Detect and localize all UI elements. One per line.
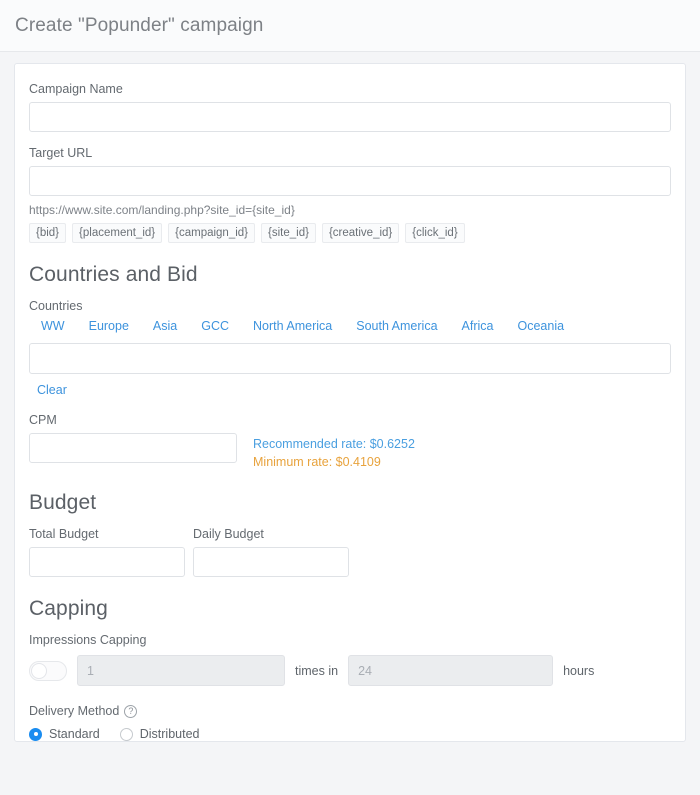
daily-budget-input[interactable] <box>193 547 349 577</box>
budget-fields: Total Budget Daily Budget <box>29 527 671 577</box>
total-budget-label: Total Budget <box>29 527 99 541</box>
countries-select-input[interactable] <box>29 343 671 374</box>
budget-heading: Budget <box>29 491 97 514</box>
radio-distributed[interactable] <box>119 727 133 741</box>
page-header: Create "Popunder" campaign <box>0 0 700 52</box>
page-title: Create "Popunder" campaign <box>15 14 264 36</box>
capping-trailing-text: hours <box>563 663 595 678</box>
capping-hours-input[interactable] <box>348 655 554 686</box>
campaign-name-input[interactable] <box>29 102 671 132</box>
impressions-capping-row: times in hours <box>29 655 671 686</box>
minimum-rate-text: Minimum rate: $0.4109 <box>253 455 381 469</box>
macro-tag[interactable]: {campaign_id} <box>168 223 256 243</box>
macro-tag[interactable]: {creative_id} <box>321 223 400 243</box>
toggle-knob <box>31 662 47 679</box>
campaign-name-label: Campaign Name <box>29 82 123 96</box>
region-link-ww[interactable]: WW <box>41 319 65 333</box>
target-url-label: Target URL <box>29 146 93 160</box>
total-budget-input[interactable] <box>29 547 185 577</box>
region-link-south-america[interactable]: South America <box>356 319 437 333</box>
impressions-capping-label: Impressions Capping <box>29 633 147 647</box>
impressions-capping-toggle[interactable] <box>29 660 67 681</box>
rate-hints: Recommended rate: $0.6252 Minimum rate: … <box>253 433 415 471</box>
daily-budget-label: Daily Budget <box>193 527 264 541</box>
delivery-method-label-row: Delivery Method ? <box>29 704 671 718</box>
region-link-north-america[interactable]: North America <box>253 319 332 333</box>
delivery-method-label: Delivery Method <box>29 704 120 718</box>
delivery-option-distributed-label: Distributed <box>139 727 200 741</box>
countries-label: Countries <box>29 299 83 313</box>
macro-tag[interactable]: {site_id} <box>261 223 316 243</box>
campaign-name-field: Campaign Name <box>29 82 671 132</box>
macro-tag[interactable]: {placement_id} <box>72 223 163 243</box>
macro-tag[interactable]: {click_id} <box>405 223 465 243</box>
campaign-form-card: Campaign Name Target URL https://www.sit… <box>14 63 686 742</box>
total-budget-field: Total Budget <box>29 527 185 577</box>
clear-countries-link[interactable]: Clear <box>37 383 67 397</box>
target-url-hint: https://www.site.com/landing.php?site_id… <box>29 203 295 217</box>
capping-times-input[interactable] <box>77 655 285 686</box>
region-link-europe[interactable]: Europe <box>89 319 129 333</box>
delivery-option-standard[interactable]: Standard <box>29 727 100 741</box>
capping-heading: Capping <box>29 597 108 620</box>
target-url-field: Target URL https://www.site.com/landing.… <box>29 146 671 243</box>
macro-tag-list: {bid} {placement_id} {campaign_id} {site… <box>29 223 671 243</box>
capping-middle-text: times in <box>295 663 339 678</box>
delivery-option-distributed[interactable]: Distributed <box>119 727 200 741</box>
cpm-input[interactable] <box>29 433 237 463</box>
delivery-option-standard-label: Standard <box>49 727 100 741</box>
countries-and-bid-heading: Countries and Bid <box>29 263 198 286</box>
region-link-asia[interactable]: Asia <box>153 319 177 333</box>
macro-tag[interactable]: {bid} <box>29 223 67 243</box>
target-url-input[interactable] <box>29 166 671 196</box>
delivery-method-options: Standard Distributed <box>29 727 671 741</box>
cpm-label: CPM <box>29 413 57 427</box>
radio-standard[interactable] <box>29 727 42 741</box>
region-shortcut-links: WW Europe Asia GCC North America South A… <box>29 319 671 333</box>
recommended-rate-text: Recommended rate: $0.6252 <box>253 437 415 451</box>
question-mark-icon[interactable]: ? <box>124 704 138 718</box>
daily-budget-field: Daily Budget <box>193 527 349 577</box>
region-link-oceania[interactable]: Oceania <box>517 319 564 333</box>
cpm-field: CPM Recommended rate: $0.6252 Minimum ra… <box>29 413 671 471</box>
region-link-africa[interactable]: Africa <box>462 319 494 333</box>
region-link-gcc[interactable]: GCC <box>201 319 229 333</box>
